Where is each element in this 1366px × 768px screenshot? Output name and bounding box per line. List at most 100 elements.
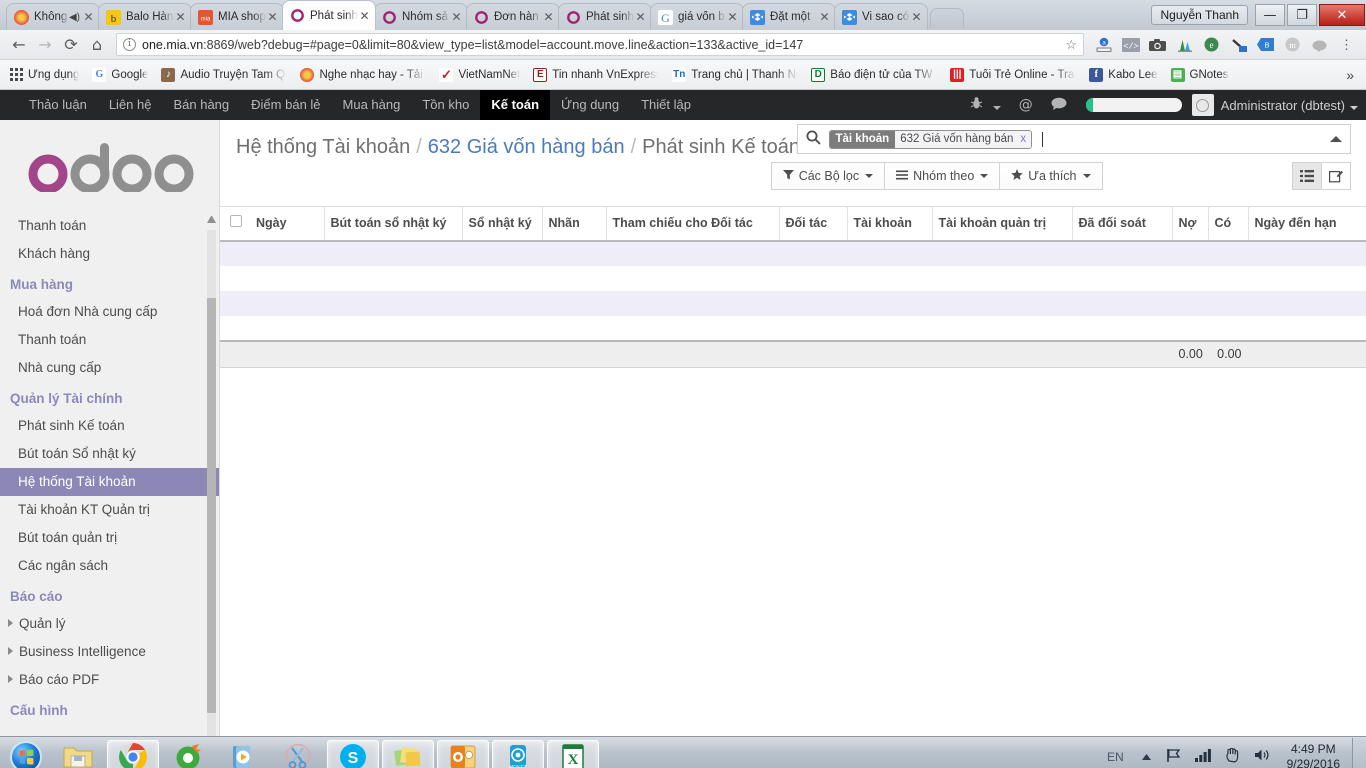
taskbar-google-chrome-icon[interactable] (107, 739, 159, 768)
table-row[interactable] (220, 291, 1366, 316)
menu-ung-dung[interactable]: Ứng dụng (550, 90, 630, 120)
table-row[interactable] (220, 266, 1366, 291)
taskbar-media-player-icon[interactable] (217, 740, 269, 768)
table-row[interactable] (220, 316, 1366, 341)
bookmark-gnotes[interactable]: ▤ GNotes (1165, 66, 1235, 84)
bug-icon[interactable] (961, 96, 1009, 114)
chrome-menu-icon[interactable]: ⋮ (1334, 33, 1359, 57)
scroll-up-arrow-icon[interactable] (207, 216, 216, 223)
browser-tab[interactable]: Không ◀) ✕ (6, 3, 100, 30)
window-maximize-button[interactable]: ❐ (1287, 4, 1317, 26)
table-row[interactable] (220, 241, 1366, 266)
column-header-but-toan-so-nhat-ky[interactable]: Bút toán sổ nhật ký (324, 206, 463, 242)
tab-close-icon[interactable]: ✕ (542, 11, 555, 23)
window-close-button[interactable]: ✕ (1319, 4, 1365, 26)
browser-tab[interactable]: mia MIA shop ✕ (190, 3, 284, 30)
group-by-button[interactable]: Nhóm theo (884, 162, 1001, 190)
tab-close-icon[interactable]: ✕ (910, 11, 923, 23)
tab-close-icon[interactable]: ✕ (82, 11, 95, 23)
hand-icon[interactable] (1218, 747, 1247, 767)
browser-tab[interactable]: b Balo Hàn ✕ (98, 3, 192, 30)
user-menu[interactable]: Administrator (dbtest) (1221, 98, 1358, 113)
bookmark-tuoitre[interactable]: ||| Tuổi Trẻ Online - Tran (944, 66, 1082, 84)
column-header-ngay-den-han[interactable]: Ngày đến hạn (1248, 206, 1366, 242)
search-facet-remove-icon[interactable]: x (1018, 130, 1032, 148)
taskbar-snipping-tool-icon[interactable] (272, 740, 324, 768)
sidebar-item-but-toan-so-nhat-ky[interactable]: Bút toán Sổ nhật ký (0, 440, 219, 468)
window-user-label[interactable]: Nguyễn Thanh (1151, 5, 1248, 25)
taskbar-sticky-notes-icon[interactable] (382, 739, 434, 768)
search-toggle-icon[interactable] (1329, 136, 1342, 142)
taskbar-outlook-icon[interactable] (437, 739, 489, 768)
signal-bars-icon[interactable] (1188, 748, 1218, 766)
column-header-nhan[interactable]: Nhãn (542, 206, 607, 242)
breadcrumb-item-2[interactable]: 632 Giá vốn hàng bán (428, 136, 625, 158)
sidebar-item-quan-ly[interactable]: Quản lý (0, 610, 219, 638)
column-header-so-nhat-ky[interactable]: Sổ nhật ký (462, 206, 543, 242)
speech-bubble-icon[interactable] (1042, 97, 1076, 114)
bookmark-google[interactable]: G Google (86, 66, 154, 84)
sidebar-item-business-intelligence[interactable]: Business Intelligence (0, 638, 219, 666)
sidebar-item-but-toan-quan-tri[interactable]: Bút toán quản trị (0, 524, 219, 552)
menu-thao-luan[interactable]: Thảo luận (18, 90, 98, 120)
menu-lien-he[interactable]: Liên hệ (98, 90, 163, 120)
menu-ton-kho[interactable]: Tồn kho (411, 90, 480, 120)
language-indicator[interactable]: EN (1097, 750, 1134, 764)
menu-ban-hang[interactable]: Bán hàng (162, 90, 240, 120)
taskbar-skype-icon[interactable]: S (327, 739, 379, 768)
sidebar-item-nha-cung-cap[interactable]: Nhà cung cấp (0, 354, 219, 382)
new-tab-button[interactable] (930, 8, 964, 28)
select-all-checkbox[interactable] (230, 215, 242, 227)
tab-close-icon[interactable]: ✕ (358, 10, 371, 22)
tab-close-icon[interactable]: ✕ (174, 11, 187, 23)
select-all-header[interactable] (220, 206, 250, 242)
column-header-doi-tac[interactable]: Đối tác (779, 206, 848, 242)
bookmark-vietnamnet[interactable]: ✓ VietNamNet (433, 66, 526, 84)
taskbar-monet-icon[interactable]: MONET (492, 739, 544, 768)
m-extension-icon[interactable]: m (1280, 33, 1305, 57)
start-button[interactable] (3, 740, 49, 768)
search-input[interactable]: Tài khoản 632 Giá vốn hàng bán x (796, 124, 1351, 154)
eyedropper-extension-icon[interactable] (1226, 33, 1251, 57)
breadcrumb-item-1[interactable]: Hệ thống Tài khoản (236, 136, 410, 158)
search-facet[interactable]: Tài khoản 632 Giá vốn hàng bán x (828, 129, 1033, 149)
list-view-button[interactable] (1291, 162, 1322, 190)
tab-close-icon[interactable]: ✕ (818, 11, 831, 23)
column-header-tham-chieu-cho-doi-tac[interactable]: Tham chiếu cho Đối tác (606, 206, 780, 242)
speaker-icon[interactable] (1247, 748, 1277, 766)
menu-ke-toan[interactable]: Kế toán (480, 90, 551, 120)
window-minimize-button[interactable]: — (1255, 4, 1285, 26)
sidebar-scrollbar[interactable] (207, 216, 216, 736)
flag-icon[interactable] (1159, 748, 1188, 767)
menu-mua-hang[interactable]: Mua hàng (332, 90, 412, 120)
evernote-extension-icon[interactable]: e (1199, 33, 1224, 57)
sidebar-item-tai-khoan-kt-quan-tri[interactable]: Tài khoản KT Quản trị (0, 496, 219, 524)
forward-icon[interactable]: → (32, 33, 58, 57)
bluetag-extension-icon[interactable]: B (1253, 33, 1278, 57)
code-extension-icon[interactable]: </> (1118, 33, 1143, 57)
address-bar[interactable]: i one.mia.vn :8869/web?debug=#page=0&lim… (116, 33, 1084, 56)
sidebar-item-cac-ngan-sach[interactable]: Các ngân sách (0, 552, 219, 580)
back-icon[interactable]: ← (6, 33, 32, 57)
sidebar-item-thanh-toan-2[interactable]: Thanh toán (0, 326, 219, 354)
menu-diem-ban-le[interactable]: Điểm bán lẻ (240, 90, 331, 120)
form-view-button[interactable] (1320, 162, 1351, 190)
column-header-co[interactable]: Có (1208, 206, 1249, 242)
bookmark-dantri[interactable]: D Báo điện tử của TW H (805, 66, 943, 84)
reload-icon[interactable]: ⟳ (58, 33, 84, 57)
column-header-tai-khoan-quan-tri[interactable]: Tài khoản quản trị (932, 206, 1073, 242)
column-header-tai-khoan[interactable]: Tài khoản (847, 206, 933, 242)
bookmark-nghe-nhac[interactable]: Nghe nhạc hay - Tải n (294, 66, 432, 84)
sidebar-item-bao-cao-pdf[interactable]: Báo cáo PDF (0, 666, 219, 694)
home-icon[interactable]: ⌂ (84, 33, 110, 57)
sidebar-item-khach-hang[interactable]: Khách hàng (0, 240, 219, 268)
menu-thiet-lap[interactable]: Thiết lập (630, 90, 702, 120)
browser-tab[interactable]: Đặt một ✕ (742, 3, 836, 30)
taskbar-excel-icon[interactable]: X (547, 739, 599, 768)
column-header-da-doi-soat[interactable]: Đã đối soát (1072, 206, 1173, 242)
bookmark-audio-truyen[interactable]: ♪ Audio Truyện Tam Qu (155, 66, 293, 84)
bookmark-apps[interactable]: Ứng dụng (4, 66, 85, 83)
browser-tab[interactable]: Phát sinh ✕ (558, 3, 652, 30)
taskbar-unikey-icon[interactable] (162, 740, 214, 768)
odoo-logo[interactable] (0, 120, 219, 212)
